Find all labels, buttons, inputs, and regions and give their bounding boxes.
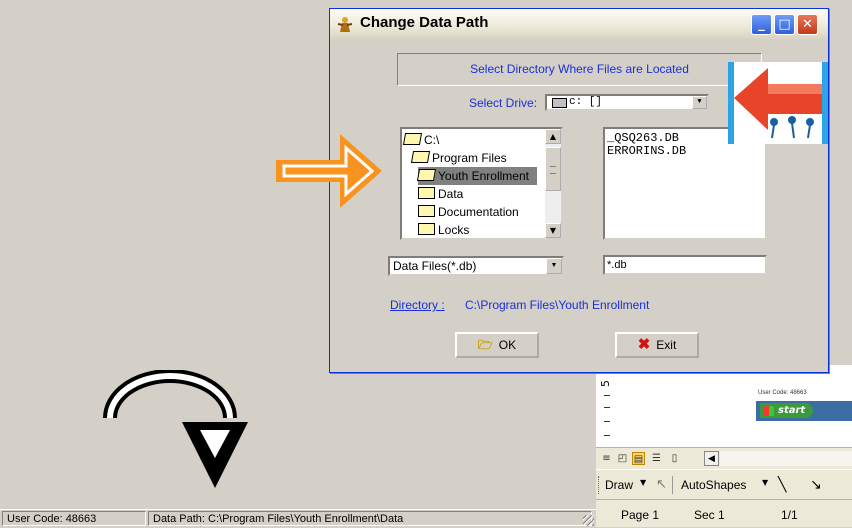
ruler-number: 5 [599,380,612,387]
normal-view-icon[interactable]: ≡ [600,452,613,465]
folder-icon [418,223,435,235]
chevron-down-icon: ▼ [640,478,647,487]
maximize-button[interactable]: □ [774,14,795,35]
folder-icon [418,187,435,199]
file-type-select[interactable]: Data Files(*.db) ▼ [388,256,564,276]
select-drive-label: Select Drive: [469,96,538,110]
drawing-toolbar: Draw ▼ ↖ AutoShapes ▼ ╲ ↘ [596,469,852,500]
page-indicator: Page 1 [621,508,660,522]
dir-item-program-files[interactable]: Program Files [410,149,507,167]
folder-icon [418,205,435,217]
directory-list[interactable]: C:\ Program Files Youth Enrollment Data … [400,127,563,240]
data-path-panel: Data Path: C:\Program Files\Youth Enroll… [148,511,592,526]
ok-button[interactable]: 🗁 OK [455,332,539,358]
scroll-left-icon[interactable]: ◀ [704,451,719,466]
file-item[interactable]: ERRORINS.DB [607,145,763,158]
scrollbar-thumb[interactable] [545,147,561,191]
dir-item-locks[interactable]: Locks [418,221,469,238]
reading-layout-icon[interactable]: ▯ [668,452,681,465]
drive-icon [552,98,567,108]
curved-down-arrow-icon [103,370,248,488]
open-folder-icon: 🗁 [477,338,493,352]
embedded-start-label: start [778,405,806,416]
horizontal-scrollbar[interactable] [720,451,852,466]
vertical-ruler: 5 [596,365,619,447]
dir-item-youth-enrollment[interactable]: Youth Enrollment [416,167,537,185]
resize-grip-icon[interactable] [583,515,594,526]
dir-item-data[interactable]: Data [418,185,463,203]
windows-logo-icon [764,406,774,416]
web-layout-icon[interactable]: ◰ [616,452,629,465]
print-layout-icon[interactable]: ▤ [632,452,645,465]
open-folder-icon [410,151,431,163]
page-count: 1/1 [781,508,798,522]
teamwork-arrow-clipart [728,62,828,144]
close-button[interactable]: ✕ [797,14,818,35]
chevron-down-icon[interactable]: ▼ [546,258,562,274]
chevron-down-icon[interactable]: ▼ [692,96,707,109]
toolbar-grip[interactable] [598,476,601,494]
drive-select[interactable]: c: [] ▼ [545,94,709,111]
outline-view-icon[interactable]: ☰ [650,452,663,465]
dialog-title-bar[interactable]: Change Data Path _ □ ✕ [330,9,828,39]
toolbar-separator [672,476,673,494]
chevron-down-icon[interactable]: ▼ [545,223,561,238]
directory-value: C:\Program Files\Youth Enrollment [465,298,650,312]
document-page[interactable]: User Code: 48663 start [618,365,852,447]
dialog-title: Change Data Path [360,14,489,31]
draw-menu[interactable]: Draw [605,478,633,492]
embedded-start-button: start [760,403,814,418]
exit-button[interactable]: ✖ Exit [615,332,699,358]
chevron-down-icon: ▼ [762,478,769,487]
drive-value: c: [] [569,96,603,108]
red-x-icon: ✖ [637,336,651,353]
dir-item-documentation[interactable]: Documentation [418,203,519,221]
app-icon [337,17,353,32]
status-bar: User Code: 48663 Data Path: C:\Program F… [0,509,596,528]
file-type-value: Data Files(*.db) [393,259,477,273]
chevron-up-icon[interactable]: ▲ [545,129,561,144]
orange-arrow-icon [276,134,382,208]
embedded-taskbar: start [756,401,852,421]
embedded-user-code: User Code: 48663 [758,390,807,396]
open-folder-icon [416,169,437,181]
line-tool-icon[interactable]: ╲ [778,477,786,493]
view-buttons-bar: ≡ ◰ ▤ ☰ ▯ ◀ [596,447,852,470]
instruction-panel: Select Directory Where Files are Located [397,53,762,86]
select-pointer-icon[interactable]: ↖ [656,477,667,492]
dir-item-root[interactable]: C:\ [402,131,439,149]
file-pattern-field[interactable]: *.db [603,255,767,275]
directory-scrollbar[interactable]: ▲ ▼ [545,129,561,238]
autoshapes-menu[interactable]: AutoShapes [681,478,746,492]
instruction-text: Select Directory Where Files are Located [470,62,689,76]
arrow-tool-icon[interactable]: ↘ [810,477,822,493]
embedded-screenshot: User Code: 48663 start [756,385,852,425]
section-indicator: Sec 1 [694,508,725,522]
user-code-panel: User Code: 48663 [2,511,146,526]
directory-label: Directory : [390,298,445,312]
word-status-bar: Page 1 Sec 1 1/1 [596,499,852,527]
background-word-window: 5 User Code: 48663 start ≡ ◰ ▤ ☰ ▯ ◀ Dra… [596,365,852,527]
open-folder-icon [402,133,423,145]
minimize-button[interactable]: _ [751,14,772,35]
